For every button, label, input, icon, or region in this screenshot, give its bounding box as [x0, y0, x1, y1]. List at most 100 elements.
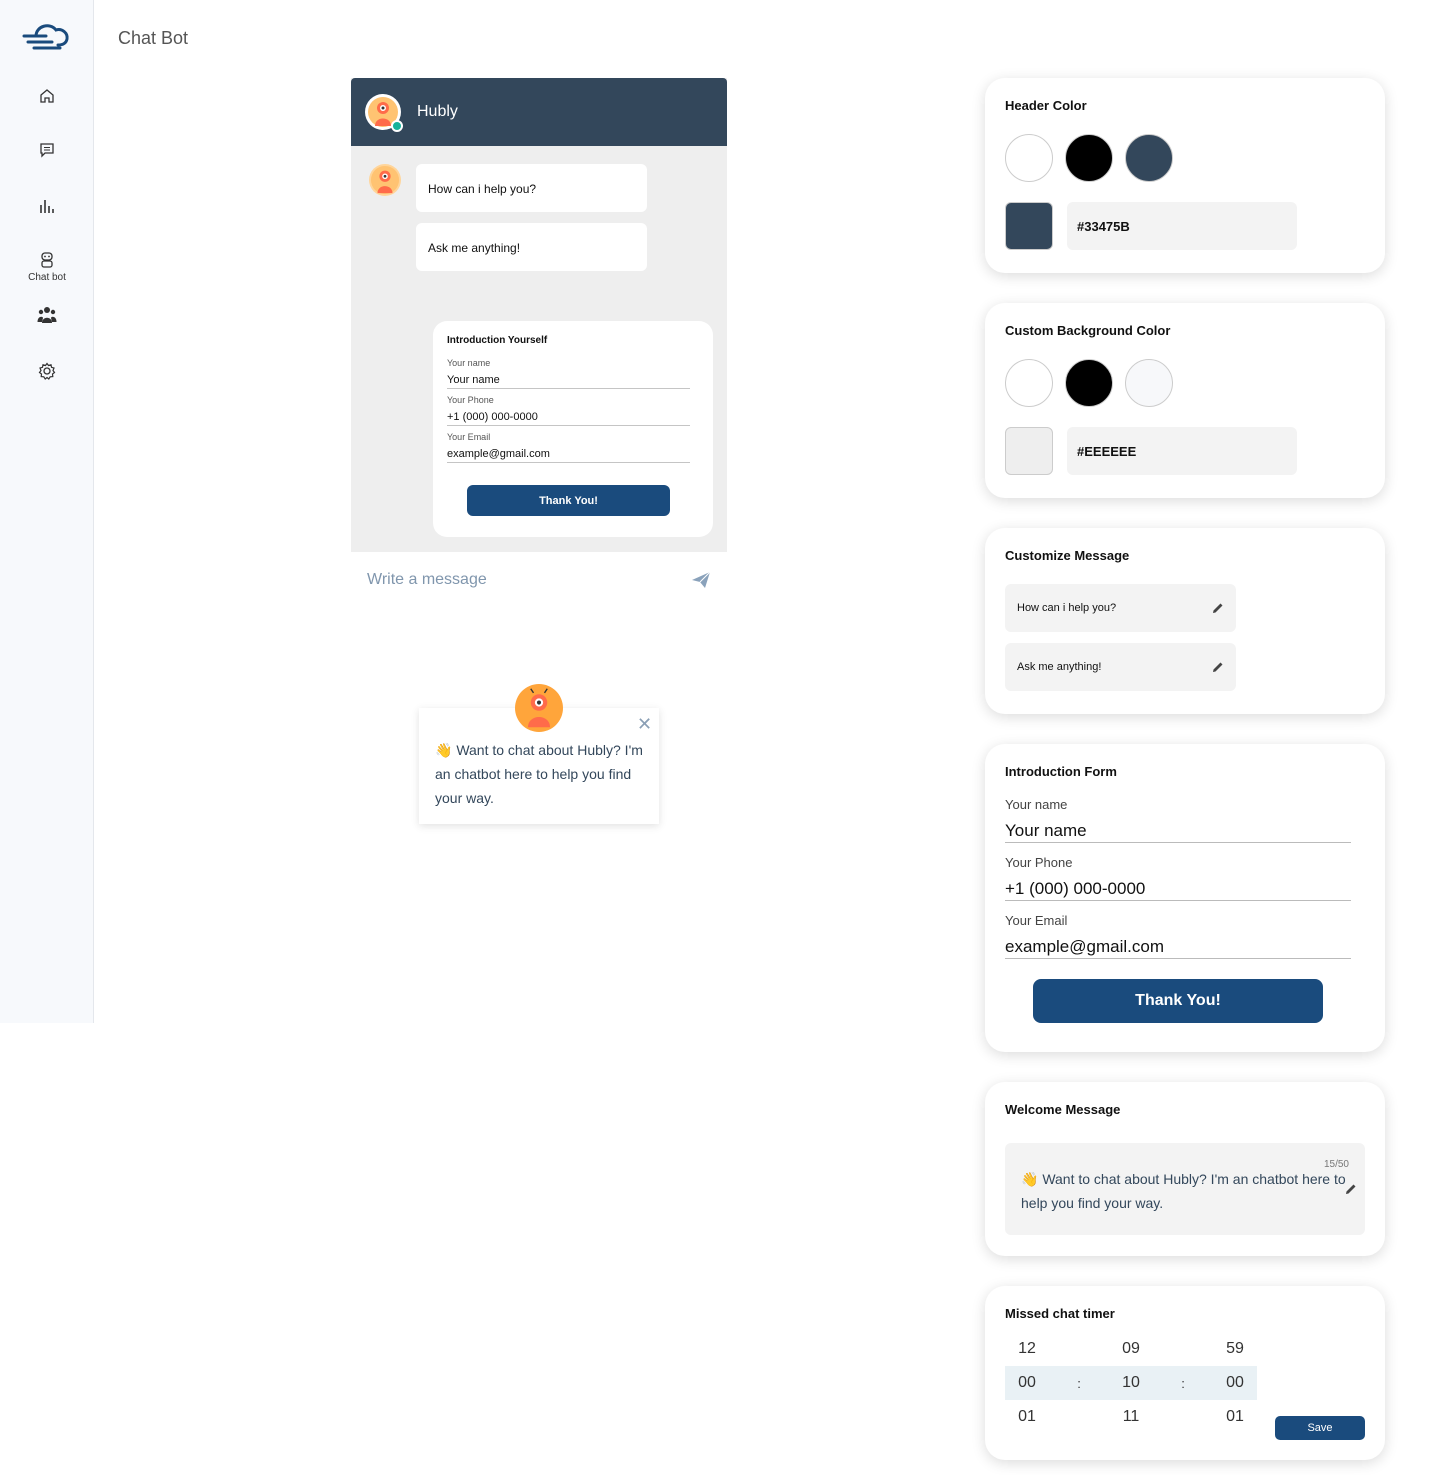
- message-input-bar[interactable]: Write a message: [351, 552, 727, 608]
- pencil-icon[interactable]: [1212, 661, 1224, 673]
- swatch-light[interactable]: [1125, 359, 1173, 407]
- name-label: Your name: [447, 358, 491, 368]
- nav-settings[interactable]: [0, 362, 94, 380]
- color-preview[interactable]: [1005, 202, 1053, 250]
- message-row[interactable]: How can i help you?: [1005, 584, 1236, 632]
- bot-avatar: [365, 94, 403, 132]
- message-avatar: [369, 164, 401, 196]
- online-status-dot: [391, 120, 403, 132]
- header-color-card: Header Color #33475B: [985, 78, 1385, 273]
- name-label: Your name: [1005, 797, 1068, 812]
- swatch-slate[interactable]: [1125, 134, 1173, 182]
- time-separator: :: [1077, 1375, 1081, 1391]
- sidebar: Chat bot: [0, 0, 94, 1023]
- nav-chatbot-label: Chat bot: [28, 272, 66, 283]
- name-field[interactable]: Your name: [447, 368, 690, 389]
- popup-avatar: [515, 684, 563, 732]
- send-icon[interactable]: [691, 571, 711, 589]
- hex-input[interactable]: #EEEEEE: [1067, 427, 1297, 475]
- bar-chart-icon: [40, 200, 54, 213]
- page-title: Chat Bot: [118, 28, 189, 48]
- bot-name: Hubly: [417, 103, 458, 120]
- card-title: Customize Message: [1005, 548, 1130, 563]
- color-input-row: #EEEEEE: [1005, 427, 1365, 475]
- intro-form-title: Introduction Yourself: [447, 335, 548, 346]
- name-field[interactable]: Your name: [1005, 812, 1351, 843]
- card-title: Welcome Message: [1005, 1102, 1121, 1117]
- chat-header: Hubly: [351, 78, 727, 146]
- pencil-icon[interactable]: [1212, 602, 1224, 614]
- seconds-value[interactable]: 00: [1213, 1374, 1257, 1392]
- team-icon: [37, 307, 57, 323]
- color-input-row: #33475B: [1005, 202, 1365, 250]
- welcome-popup-text: 👋 Want to chat about Hubly? I'm an chatb…: [435, 742, 643, 806]
- hours-value[interactable]: 00: [1005, 1374, 1049, 1392]
- time-row[interactable]: 12 09 59: [1005, 1332, 1257, 1366]
- intro-form-card: Introduction Form Your name Your name Yo…: [985, 744, 1385, 1052]
- email-field[interactable]: example@gmail.com: [447, 442, 690, 463]
- card-title: Custom Background Color: [1005, 323, 1171, 338]
- home-icon: [40, 89, 54, 103]
- customize-message-card: Customize Message How can i help you? As…: [985, 528, 1385, 714]
- phone-field[interactable]: +1 (000) 000-0000: [1005, 870, 1351, 901]
- seconds-value[interactable]: 01: [1213, 1408, 1257, 1426]
- seconds-value[interactable]: 59: [1213, 1340, 1257, 1358]
- welcome-message-card: Welcome Message 15/50 👋 Want to chat abo…: [985, 1082, 1385, 1256]
- email-label: Your Email: [447, 432, 491, 442]
- intro-form-preview: Introduction Yourself Your name Your nam…: [433, 321, 713, 537]
- time-row-selected[interactable]: 00 : 10 : 00: [1005, 1366, 1257, 1400]
- phone-label: Your Phone: [447, 395, 494, 405]
- chat-bubble: Ask me anything!: [416, 223, 647, 271]
- hex-input[interactable]: #33475B: [1067, 202, 1297, 250]
- gear-icon: [38, 362, 56, 380]
- message-text: How can i help you?: [1017, 602, 1117, 614]
- message-input[interactable]: Write a message: [367, 571, 487, 589]
- nav-home[interactable]: [0, 88, 94, 104]
- thank-you-button[interactable]: Thank You!: [1033, 979, 1323, 1023]
- chat-preview: Hubly How can i help you? Ask me anythin…: [351, 78, 727, 608]
- swatch-black[interactable]: [1065, 134, 1113, 182]
- robot-avatar-icon: [518, 687, 560, 729]
- time-row[interactable]: 01 11 01: [1005, 1400, 1257, 1434]
- swatch-row: [1005, 359, 1365, 407]
- chat-bubble: How can i help you?: [416, 164, 647, 212]
- background-color-card: Custom Background Color #EEEEEE: [985, 303, 1385, 498]
- pencil-icon[interactable]: [1345, 1183, 1357, 1195]
- message-text: Ask me anything!: [1017, 661, 1102, 673]
- hours-value[interactable]: 12: [1005, 1340, 1049, 1358]
- minutes-value[interactable]: 09: [1109, 1340, 1153, 1358]
- message-row[interactable]: Ask me anything!: [1005, 643, 1236, 691]
- swatch-black[interactable]: [1065, 359, 1113, 407]
- swatch-row: [1005, 134, 1365, 182]
- phone-field[interactable]: +1 (000) 000-0000: [447, 405, 690, 426]
- minutes-value[interactable]: 10: [1109, 1374, 1153, 1392]
- cloud-logo-icon[interactable]: [22, 18, 70, 61]
- phone-label: Your Phone: [1005, 855, 1073, 870]
- welcome-message-text: 👋 Want to chat about Hubly? I'm an chatb…: [1021, 1171, 1346, 1211]
- color-preview[interactable]: [1005, 427, 1053, 475]
- email-label: Your Email: [1005, 913, 1068, 928]
- card-title: Header Color: [1005, 98, 1087, 113]
- nav-team[interactable]: [0, 306, 94, 324]
- close-icon[interactable]: ✕: [637, 714, 652, 735]
- minutes-value[interactable]: 11: [1109, 1408, 1153, 1426]
- swatch-white[interactable]: [1005, 359, 1053, 407]
- swatch-white[interactable]: [1005, 134, 1053, 182]
- missed-chat-timer-card: Missed chat timer 12 09 59 00 : 10 : 00 …: [985, 1286, 1385, 1460]
- welcome-message-input[interactable]: 15/50 👋 Want to chat about Hubly? I'm an…: [1005, 1143, 1365, 1235]
- time-picker[interactable]: 12 09 59 00 : 10 : 00 01 11 01: [1005, 1332, 1257, 1434]
- time-separator: :: [1181, 1375, 1185, 1391]
- robot-icon: [41, 252, 53, 268]
- nav-analytics[interactable]: [0, 197, 94, 215]
- email-field[interactable]: example@gmail.com: [1005, 928, 1351, 959]
- card-title: Introduction Form: [1005, 764, 1117, 779]
- nav-messages[interactable]: [0, 142, 94, 158]
- thank-you-button[interactable]: Thank You!: [467, 485, 670, 516]
- card-title: Missed chat timer: [1005, 1306, 1115, 1321]
- hours-value[interactable]: 01: [1005, 1408, 1049, 1426]
- nav-chatbot[interactable]: Chat bot: [0, 251, 94, 283]
- char-counter: 15/50: [1323, 1159, 1349, 1170]
- save-button[interactable]: Save: [1275, 1416, 1365, 1440]
- message-icon: [40, 143, 54, 158]
- robot-avatar-icon: [370, 165, 400, 195]
